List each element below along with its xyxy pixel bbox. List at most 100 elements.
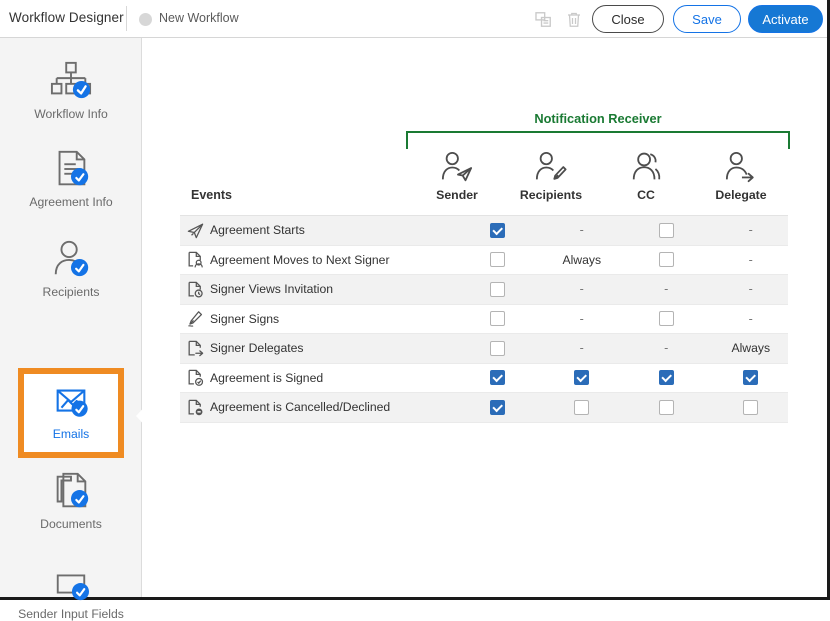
sidebar-item-workflow-info[interactable]: Workflow Info [0,56,142,121]
cell-recipients [540,400,625,415]
checkbox-cc[interactable] [659,223,674,238]
column-header-recipients: Recipients [506,150,596,202]
column-header-cc: CC [601,150,691,202]
event-label: Agreement Starts [210,223,450,237]
checkbox-delegate[interactable] [743,400,758,415]
checkbox-cc[interactable] [659,252,674,267]
org-chart-edit-icon [48,56,94,102]
checkbox-cc[interactable] [659,400,674,415]
column-header-label: CC [601,188,691,202]
not-applicable-dash: - [580,224,584,237]
cell-sender [455,311,540,326]
signature-pen-icon [180,309,210,328]
events-notification-table: Agreement Starts--Agreement Moves to Nex… [180,215,788,423]
cell-recipients: - [540,342,625,355]
sidebar-item-recipients[interactable]: Recipients [0,234,142,299]
cell-recipients [540,370,625,385]
not-applicable-dash: - [749,313,753,326]
event-label: Signer Views Invitation [210,282,450,296]
cell-delegate: - [709,254,794,267]
checkbox-sender[interactable] [490,370,505,385]
cell-sender [455,341,540,356]
cell-delegate [709,400,794,415]
paper-plane-icon [180,221,210,240]
table-row: Agreement Moves to Next Signer Always - [180,246,788,276]
cell-delegate: Always [709,341,794,355]
trash-icon[interactable] [562,8,586,31]
activate-button[interactable]: Activate [748,5,823,33]
main-content: Notification Receiver Events Sender [143,38,827,597]
cell-sender [455,400,540,415]
person-sign-icon [506,150,596,186]
cell-cc [624,370,709,385]
checkbox-recipients[interactable] [574,400,589,415]
checkbox-sender[interactable] [490,223,505,238]
save-button[interactable]: Save [673,5,741,33]
person-delegate-icon [696,150,786,186]
sidebar-item-sender-input-fields[interactable]: Sender Input Fields [0,556,142,621]
cell-recipients: Always [540,253,625,267]
workflow-designer-window: Workflow Designer New Workflow Close Sav… [0,0,830,600]
checkbox-sender[interactable] [490,341,505,356]
copy-icon[interactable] [531,8,555,31]
checkbox-sender[interactable] [490,252,505,267]
sidebar-item-label: Emails [53,427,90,441]
documents-edit-icon [50,466,92,512]
events-column-header: Events [191,188,232,202]
table-row: Signer Views Invitation--- [180,275,788,305]
event-label: Signer Delegates [210,341,450,355]
column-header-sender: Sender [412,150,502,202]
document-edit-icon [50,144,92,190]
table-row: Signer Signs - - [180,305,788,335]
sidebar-item-agreement-info[interactable]: Agreement Info [0,144,142,209]
cell-cc [624,223,709,238]
cell-sender [455,370,540,385]
sidebar-item-emails[interactable]: Emails [0,376,142,441]
not-applicable-dash: - [580,313,584,326]
person-cc-icon [601,150,691,186]
cell-recipients: - [540,313,625,326]
cell-cc [624,311,709,326]
cell-delegate: - [709,283,794,296]
table-row: Agreement Starts - - [180,216,788,246]
person-edit-icon [49,234,93,280]
checkbox-sender[interactable] [490,311,505,326]
event-label: Signer Signs [210,312,450,326]
cell-cc: - [624,283,709,296]
cell-cc: - [624,342,709,355]
table-row: Signer Delegates--Always [180,334,788,364]
sidebar-item-label: Workflow Info [34,107,108,121]
sidebar: Workflow Info Agreement Info [0,38,142,597]
close-button[interactable]: Close [592,5,664,33]
checkbox-cc[interactable] [659,370,674,385]
top-bar: Workflow Designer New Workflow Close Sav… [0,0,827,38]
document-check-icon [180,368,210,387]
not-applicable-dash: - [749,254,753,267]
not-applicable-dash: - [749,224,753,237]
cell-sender [455,223,540,238]
always-label: Always [562,253,601,267]
checkbox-delegate[interactable] [743,370,758,385]
document-minus-icon [180,398,210,417]
input-field-edit-icon [49,556,93,602]
sidebar-collapse-chevron-icon[interactable] [135,403,148,429]
table-row: Agreement is Signed [180,364,788,394]
person-send-icon [412,150,502,186]
checkbox-recipients[interactable] [574,370,589,385]
event-label: Agreement Moves to Next Signer [210,253,450,267]
checkbox-cc[interactable] [659,311,674,326]
document-arrow-icon [180,339,210,358]
checkbox-sender[interactable] [490,282,505,297]
not-applicable-dash: - [664,342,668,355]
sidebar-item-documents[interactable]: Documents [0,466,142,531]
checkbox-sender[interactable] [490,400,505,415]
not-applicable-dash: - [580,283,584,296]
cell-sender [455,252,540,267]
workflow-name: New Workflow [159,11,239,25]
column-header-label: Delegate [696,188,786,202]
cell-delegate [709,370,794,385]
notification-receiver-header: Notification Receiver [406,111,790,126]
not-applicable-dash: - [580,342,584,355]
image-mail-edit-icon [50,376,92,422]
column-header-delegate: Delegate [696,150,786,202]
